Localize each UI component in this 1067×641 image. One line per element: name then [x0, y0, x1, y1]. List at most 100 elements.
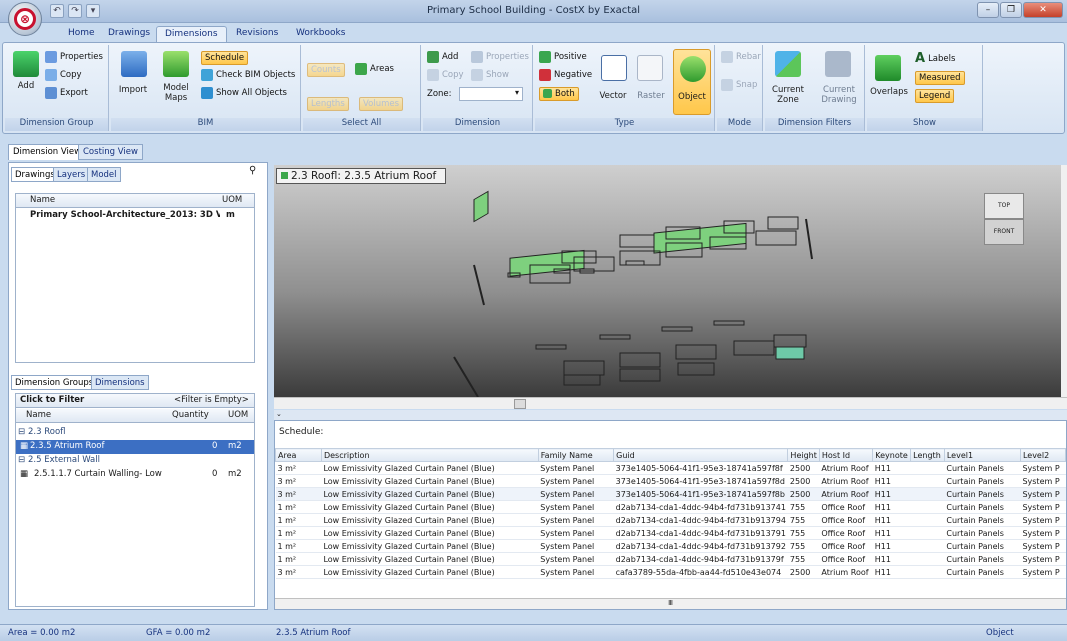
- object-button[interactable]: Object: [673, 49, 711, 115]
- drawings-list: Name UOM Primary School-Architecture_201…: [15, 193, 255, 363]
- tab-model[interactable]: Model: [87, 167, 121, 182]
- viewport-hscroll[interactable]: [274, 397, 1067, 409]
- table-cell: 373e1405-5064-41f1-95e3-18741a597f8d: [613, 474, 788, 488]
- vector-button[interactable]: Vector: [593, 91, 633, 101]
- add-group-button[interactable]: Add: [7, 81, 45, 91]
- collapse-icon[interactable]: ⊟: [18, 427, 25, 437]
- current-drawing-button[interactable]: Current Drawing: [817, 85, 861, 105]
- application-menu-button[interactable]: ⊗: [8, 2, 42, 36]
- col-length[interactable]: Length: [910, 448, 945, 462]
- roof-panels: [453, 190, 813, 398]
- import-button[interactable]: Import: [113, 85, 153, 95]
- labels-button[interactable]: A Labels: [915, 51, 955, 66]
- group-copy-button[interactable]: Copy: [45, 69, 82, 81]
- table-cell: H11: [872, 487, 911, 501]
- schedule-table-container: Area Description Family Name Guid Height…: [275, 448, 1066, 598]
- group-row-external-wall[interactable]: ⊟ 2.5 External Wall: [16, 454, 254, 468]
- group-properties-button[interactable]: Properties: [45, 51, 103, 63]
- negative-button[interactable]: Negative: [539, 69, 592, 81]
- col-area[interactable]: Area: [275, 448, 322, 462]
- col-height[interactable]: Height: [787, 448, 820, 462]
- table-cell: d2ab7134-cda1-4ddc-94b4-fd731b913741: [613, 500, 788, 514]
- table-row[interactable]: 3 m² Low Emissivity Glazed Curtain Panel …: [275, 461, 1066, 475]
- group-row-roof[interactable]: ⊟ 2.3 Roofl: [16, 426, 254, 440]
- pin-icon[interactable]: ⚲: [249, 165, 256, 176]
- add-icon: [427, 51, 439, 63]
- areas-button[interactable]: Areas: [355, 63, 394, 75]
- col-host-id[interactable]: Host Id: [818, 448, 874, 462]
- table-row[interactable]: 1 m² Low Emissivity Glazed Curtain Panel …: [275, 552, 1066, 566]
- check-bim-objects-button[interactable]: Check BIM Objects: [201, 69, 295, 81]
- current-zone-button[interactable]: Current Zone: [767, 85, 809, 105]
- table-row[interactable]: 1 m² Low Emissivity Glazed Curtain Panel …: [275, 526, 1066, 540]
- table-row[interactable]: 1 m² Low Emissivity Glazed Curtain Panel …: [275, 500, 1066, 514]
- tab-layers[interactable]: Layers: [53, 167, 90, 182]
- table-row[interactable]: 1 m² Low Emissivity Glazed Curtain Panel …: [275, 513, 1066, 527]
- col-keynote[interactable]: Keynote: [872, 448, 912, 462]
- col-level1[interactable]: Level1: [943, 448, 1021, 462]
- dimension-show-button[interactable]: Show: [471, 69, 509, 81]
- legend-button[interactable]: Legend: [915, 89, 955, 103]
- counts-button[interactable]: Counts: [307, 63, 345, 77]
- tab-drawings-panel[interactable]: Drawings: [11, 167, 59, 182]
- tab-drawings[interactable]: Drawings: [100, 26, 158, 42]
- overlaps-button[interactable]: Overlaps: [867, 87, 911, 97]
- schedule-hscroll[interactable]: Ⅲ: [275, 598, 1066, 609]
- show-all-objects-button[interactable]: Show All Objects: [201, 87, 287, 99]
- tab-home[interactable]: Home: [60, 26, 103, 42]
- volumes-button[interactable]: Volumes: [359, 97, 404, 111]
- measured-button[interactable]: Measured: [915, 71, 965, 85]
- tab-costing-view[interactable]: Costing View: [78, 144, 143, 160]
- tab-revisions[interactable]: Revisions: [228, 26, 286, 42]
- tab-dimensions-list[interactable]: Dimensions: [91, 375, 149, 390]
- groups-header: Name Quantity UOM: [16, 409, 254, 423]
- tab-dimension-groups[interactable]: Dimension Groups: [11, 375, 98, 390]
- view-cube-top[interactable]: TOP: [984, 193, 1024, 219]
- table-cell: System Panel: [538, 461, 614, 475]
- restore-button[interactable]: ❐: [1000, 2, 1022, 18]
- table-cell: H11: [872, 539, 911, 553]
- tab-workbooks[interactable]: Workbooks: [288, 26, 353, 42]
- dimension-properties-button[interactable]: Properties: [471, 51, 529, 63]
- dimension-add-button[interactable]: Add: [427, 51, 458, 63]
- drawing-row[interactable]: Primary School-Architecture_2013: 3D Vie…: [16, 209, 254, 223]
- table-row[interactable]: 3 m² Low Emissivity Glazed Curtain Panel …: [275, 474, 1066, 488]
- list-item-curtain-walling[interactable]: ▦ 2.5.1.1.7 Curtain Walling- Low 0 m2: [16, 468, 254, 482]
- collapse-icon[interactable]: ⊟: [18, 455, 25, 465]
- model-maps-button[interactable]: Model Maps: [157, 83, 195, 103]
- schedule-button[interactable]: Schedule: [201, 51, 249, 65]
- tab-dimension-view[interactable]: Dimension View: [8, 144, 87, 160]
- table-row[interactable]: 3 m² Low Emissivity Glazed Curtain Panel …: [275, 487, 1066, 501]
- view-cube[interactable]: TOP FRONT: [984, 193, 1024, 247]
- col-family-name[interactable]: Family Name: [537, 448, 615, 462]
- close-button[interactable]: ✕: [1023, 2, 1063, 18]
- col-description[interactable]: Description: [320, 448, 539, 462]
- table-cell: Curtain Panels: [944, 500, 1021, 514]
- tab-dimensions[interactable]: Dimensions: [156, 26, 227, 42]
- both-button[interactable]: Both: [539, 87, 579, 101]
- filter-row[interactable]: Click to Filter <Filter is Empty>: [16, 394, 254, 408]
- viewport-scrollbar[interactable]: [1061, 165, 1067, 397]
- table-cell: Curtain Panels: [944, 487, 1021, 501]
- list-item-atrium-roof[interactable]: ▦ 2.3.5 Atrium Roof 0 m2: [16, 440, 254, 454]
- zone-dropdown[interactable]: ▾: [459, 87, 523, 101]
- splitter[interactable]: ⌄: [274, 410, 1067, 420]
- raster-button[interactable]: Raster: [631, 91, 671, 101]
- rebar-button[interactable]: Rebar: [721, 51, 761, 63]
- group-export-button[interactable]: Export: [45, 87, 88, 99]
- dimension-copy-button[interactable]: Copy: [427, 69, 464, 81]
- table-cell: Curtain Panels: [944, 513, 1021, 527]
- snap-button[interactable]: Snap: [721, 79, 757, 91]
- table-row[interactable]: 1 m² Low Emissivity Glazed Curtain Panel …: [275, 539, 1066, 553]
- positive-button[interactable]: Positive: [539, 51, 587, 63]
- scroll-thumb[interactable]: [514, 399, 526, 409]
- lengths-button[interactable]: Lengths: [307, 97, 349, 111]
- ribbon: Add Properties Copy Export Dimension Gro…: [2, 42, 1065, 134]
- table-cell: d2ab7134-cda1-4ddc-94b4-fd731b913791: [613, 526, 788, 540]
- 3d-viewport[interactable]: TOP FRONT: [274, 165, 1067, 398]
- table-row[interactable]: 3 m² Low Emissivity Glazed Curtain Panel …: [275, 565, 1066, 579]
- col-level2[interactable]: Level2: [1019, 448, 1066, 462]
- col-guid[interactable]: Guid: [613, 448, 789, 462]
- view-cube-front[interactable]: FRONT: [984, 219, 1024, 245]
- minimize-button[interactable]: –: [977, 2, 999, 18]
